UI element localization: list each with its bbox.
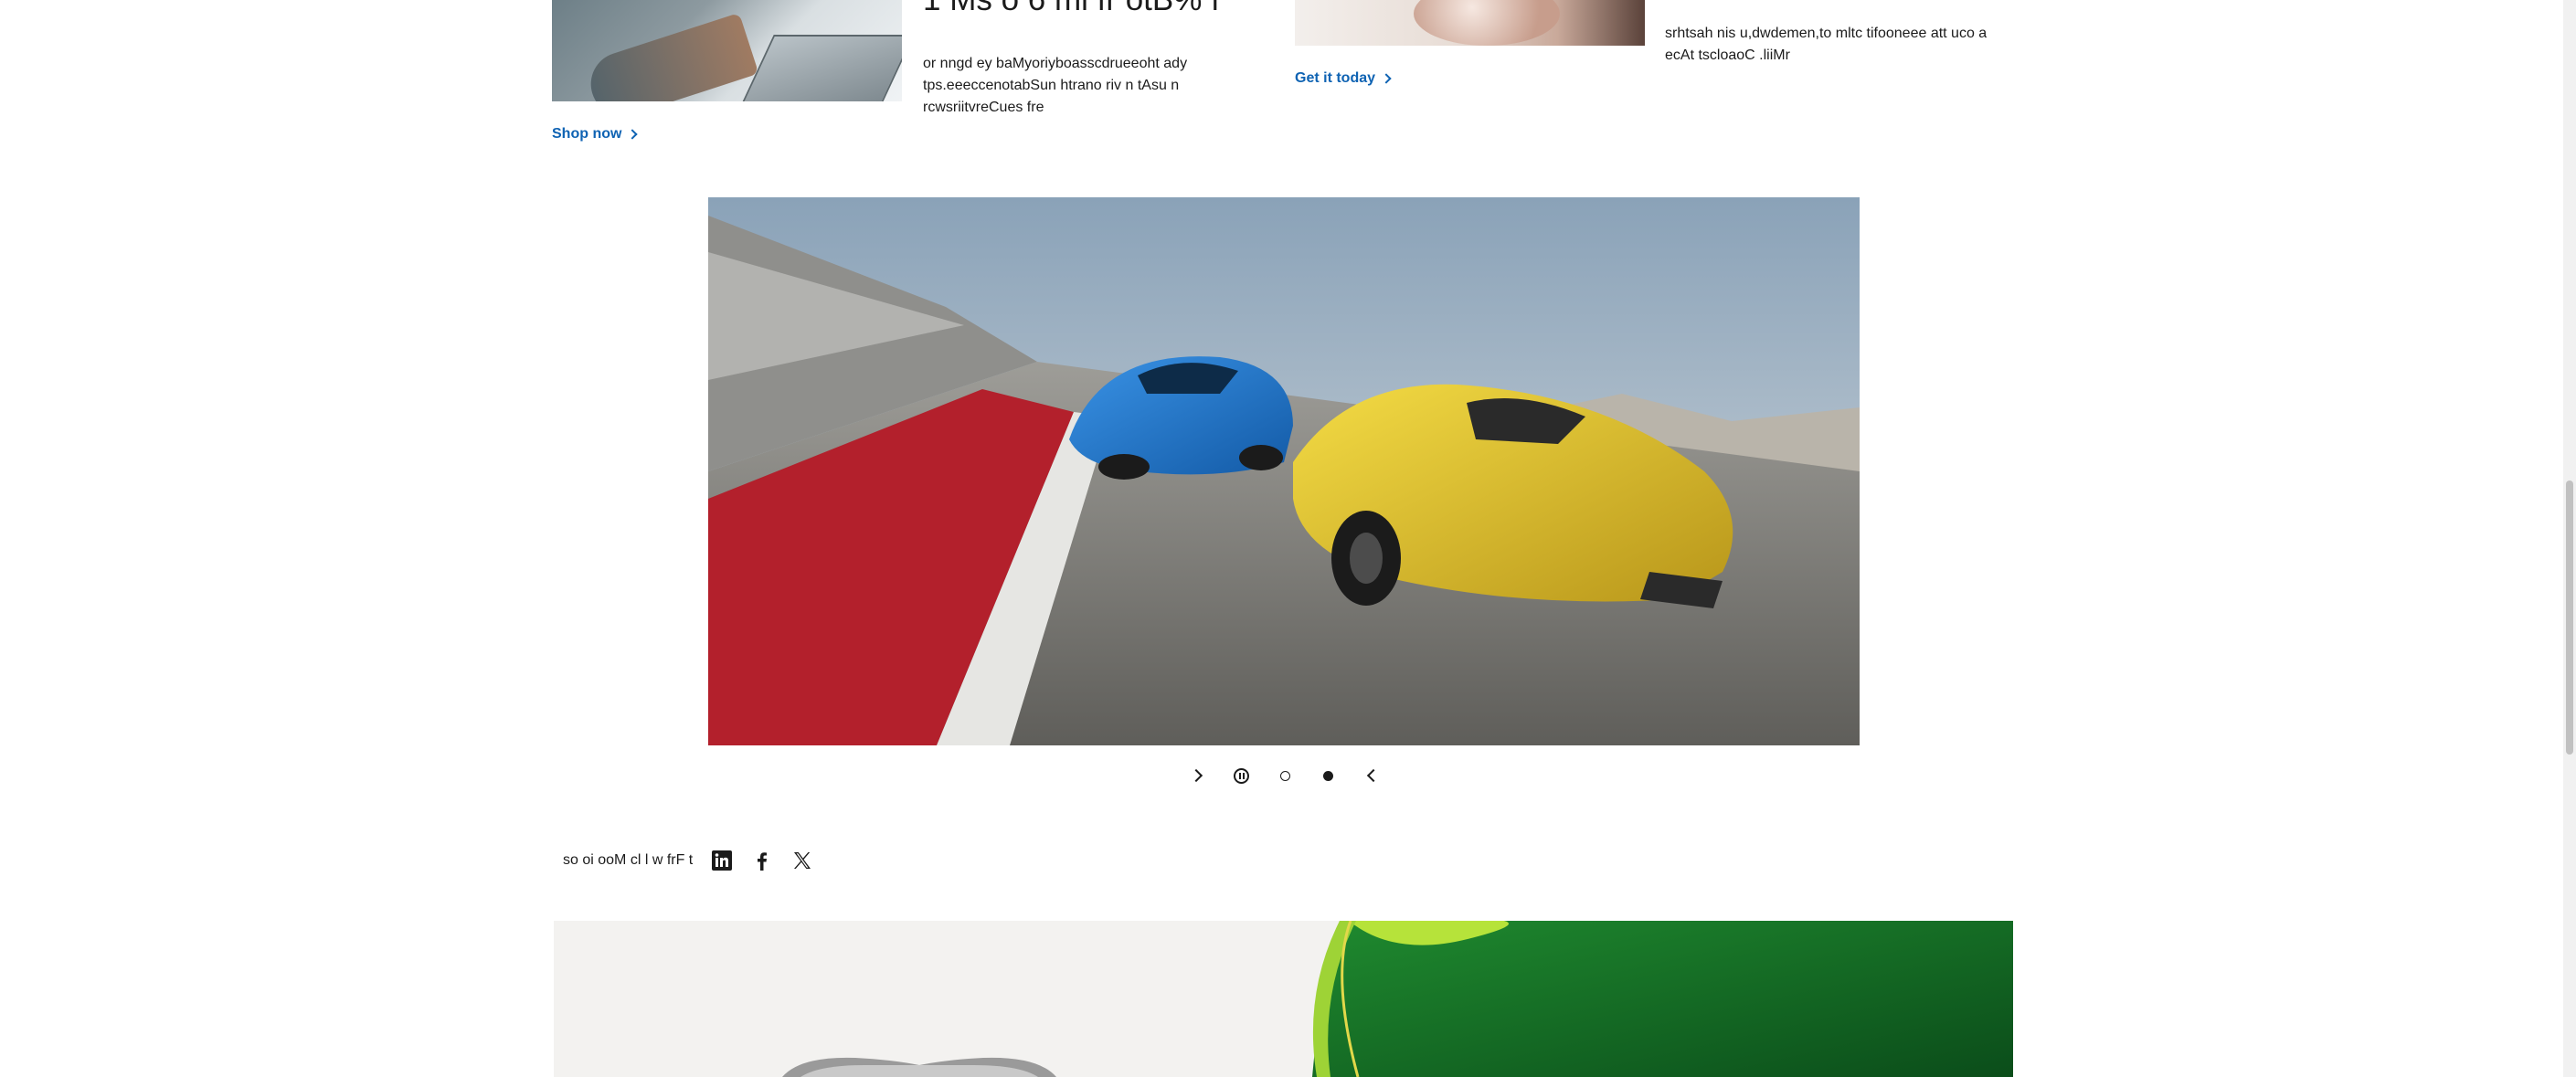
promo-description: or nngd ey baMyoriyboasscdrueeoht ady tp… <box>923 56 1188 115</box>
scrollbar-thumb[interactable] <box>2566 480 2573 755</box>
chevron-right-icon <box>627 129 639 140</box>
chevron-right-icon <box>1189 768 1203 783</box>
linkedin-icon[interactable] <box>711 850 733 871</box>
promo-image-laptop <box>552 0 902 101</box>
pause-icon <box>1234 767 1249 784</box>
carousel-dot-2[interactable] <box>1319 766 1339 786</box>
promo-description: srhtsah nis u,dwdemen,to mltc tifooneee … <box>1665 26 1988 63</box>
get-it-today-link[interactable]: Get it today <box>1295 70 1392 87</box>
dot-indicator-inactive <box>1279 770 1290 781</box>
promo-title: 1 Ms o 6 mi fr otB% f <box>923 0 1220 18</box>
person-shape <box>1414 0 1560 46</box>
person-arm-shape <box>582 12 759 101</box>
hero-carousel-slide[interactable] <box>708 197 1860 745</box>
page-scrollbar[interactable] <box>2563 0 2576 1077</box>
facebook-icon[interactable] <box>751 850 773 871</box>
racing-cars-image <box>708 197 1860 745</box>
shop-now-label: Shop now <box>552 126 622 142</box>
carousel-prev-button[interactable] <box>1362 766 1382 786</box>
carousel-next-button[interactable] <box>1188 766 1208 786</box>
get-it-today-label: Get it today <box>1295 70 1376 86</box>
carousel-pause-button[interactable] <box>1232 766 1252 786</box>
promo-image-person <box>1295 0 1645 46</box>
dot-indicator-active <box>1323 770 1333 781</box>
controller-promo-banner[interactable] <box>554 921 2013 1077</box>
chevron-left-icon <box>1366 768 1381 783</box>
controller-image <box>554 921 2013 1077</box>
x-icon[interactable] <box>791 850 813 871</box>
carousel-controls <box>1188 764 1382 787</box>
share-bar: so oi ooM cl l w frF t <box>563 850 813 871</box>
page: 1 Ms o 6 mi fr otB% f or nngd ey baMyori… <box>0 0 2576 1077</box>
share-label: so oi ooM cl l w frF t <box>563 852 694 868</box>
laptop-shape <box>741 35 902 101</box>
carousel-dot-1[interactable] <box>1275 766 1295 786</box>
shop-now-link[interactable]: Shop now <box>552 126 639 143</box>
chevron-right-icon <box>1381 73 1392 84</box>
